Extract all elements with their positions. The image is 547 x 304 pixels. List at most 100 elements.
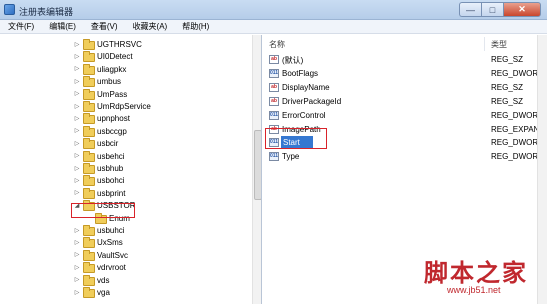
- tree-item[interactable]: ▷ vdrvroot: [0, 261, 250, 274]
- folder-icon: [83, 225, 95, 236]
- value-type: REG_SZ: [491, 96, 524, 106]
- expand-arrow-icon[interactable]: ▷: [74, 140, 80, 147]
- expand-arrow-icon[interactable]: ▷: [74, 289, 80, 296]
- tree-item-label: UGTHRSVC: [97, 40, 142, 49]
- tree-item-label: usbcir: [97, 139, 119, 149]
- tree-item-label: usbohci: [97, 176, 125, 186]
- tree-item[interactable]: ▷ VaultSvc: [0, 249, 250, 262]
- window-title: 注册表编辑器: [19, 7, 74, 17]
- title-bar: 注册表编辑器 — □ ✕: [0, 0, 547, 20]
- watermark-logo-text: 脚本之家: [424, 258, 528, 287]
- expand-arrow-icon[interactable]: ▷: [74, 115, 80, 122]
- registry-key-tree[interactable]: ▷ UGTHRSVC ▷ UI0Detect ▷ uliagpkx ▷ umbus ▷ UmPas…: [0, 35, 262, 304]
- binary-value-icon: 011: [269, 110, 279, 120]
- string-value-icon: ab: [269, 55, 279, 64]
- value-type: REG_SZ: [491, 82, 524, 92]
- value-name: (默认): [282, 56, 304, 65]
- list-vertical-scrollbar[interactable]: [537, 35, 547, 304]
- expand-arrow-icon[interactable]: ▷: [74, 91, 80, 97]
- value-name: DriverPackageId: [282, 96, 342, 106]
- tree-item[interactable]: ▷ usbuhci: [0, 224, 250, 237]
- value-type: REG_DWORD: [491, 68, 544, 78]
- registry-value-row[interactable]: 011 BootFlags REG_DWORD: [263, 67, 547, 80]
- registry-value-row[interactable]: ab DriverPackageId REG_SZ: [263, 95, 547, 108]
- folder-icon: [83, 39, 95, 50]
- expand-arrow-icon[interactable]: ▷: [74, 190, 80, 196]
- value-type: REG_DWORD: [491, 152, 544, 162]
- expand-arrow-icon[interactable]: ▷: [74, 128, 80, 134]
- folder-icon: [83, 237, 95, 249]
- expand-arrow-icon[interactable]: ▷: [74, 53, 80, 60]
- folder-icon: [83, 175, 95, 187]
- expand-arrow-icon[interactable]: ▷: [74, 41, 80, 48]
- tree-item[interactable]: ▷ uliagpkx: [0, 63, 250, 76]
- tree-item[interactable]: ▷ usbccgp: [0, 125, 250, 138]
- expand-arrow-icon[interactable]: ▷: [74, 165, 80, 172]
- registry-value-row[interactable]: ab (默认) REG_SZ: [263, 53, 547, 66]
- tree-item[interactable]: ▷ UxSms: [0, 236, 250, 249]
- folder-icon: [83, 187, 95, 199]
- tree-item-label: usbprint: [97, 188, 126, 198]
- minimize-button[interactable]: —: [459, 2, 481, 17]
- tree-item[interactable]: ▷ UI0Detect: [0, 50, 250, 63]
- tree-item[interactable]: ▷ UGTHRSVC: [0, 38, 250, 51]
- value-type: REG_DWORD: [491, 110, 544, 120]
- menu-favorites[interactable]: 收藏夹(A): [125, 21, 175, 32]
- value-type: REG_DWORD: [491, 138, 544, 148]
- tree-item[interactable]: ▷ UmRdpService: [0, 100, 250, 113]
- tree-item-label: vga: [97, 288, 110, 297]
- menu-file[interactable]: 文件(F): [0, 21, 41, 32]
- tree-item-label: usbuhci: [97, 226, 125, 235]
- tree-item[interactable]: ▷ usbohci: [0, 174, 250, 187]
- tree-item[interactable]: ▷ umbus: [0, 75, 250, 88]
- registry-value-row[interactable]: ab DisplayName REG_SZ: [263, 81, 547, 94]
- start-highlight-box: [265, 128, 327, 149]
- expand-arrow-icon[interactable]: ▷: [74, 239, 80, 246]
- folder-icon: [83, 274, 95, 286]
- registry-value-row[interactable]: 011 ErrorControl REG_DWORD: [263, 109, 547, 122]
- folder-icon: [83, 51, 95, 63]
- tree-item[interactable]: ▷ usbehci: [0, 150, 250, 163]
- tree-item-label: UxSms: [97, 238, 123, 248]
- expand-arrow-icon[interactable]: ▷: [74, 177, 80, 184]
- tree-item-label: umbus: [97, 77, 122, 87]
- value-name: BootFlags: [282, 68, 319, 78]
- close-button[interactable]: ✕: [503, 2, 541, 17]
- tree-item-label: vdrvroot: [97, 263, 126, 273]
- tree-item[interactable]: ▷ upnphost: [0, 112, 250, 125]
- expand-arrow-icon[interactable]: ▷: [74, 66, 80, 72]
- tree-item[interactable]: ▷ UmPass: [0, 88, 250, 101]
- tree-item[interactable]: ▷ usbhub: [0, 162, 250, 175]
- expand-arrow-icon[interactable]: ▷: [74, 153, 80, 159]
- expand-arrow-icon[interactable]: ▷: [74, 252, 80, 258]
- expand-arrow-icon[interactable]: ▷: [74, 264, 80, 271]
- expand-arrow-icon[interactable]: ▷: [74, 103, 80, 110]
- tree-item-label: usbehci: [97, 151, 125, 161]
- tree-item-label: usbhub: [97, 164, 124, 173]
- tree-item[interactable]: ▷ vds: [0, 274, 250, 287]
- menu-edit[interactable]: 编辑(E): [41, 21, 83, 32]
- tree-vertical-scrollbar[interactable]: [252, 35, 261, 304]
- tree-item[interactable]: ▷ vga: [0, 286, 250, 299]
- tree-scrollbar-thumb[interactable]: [254, 130, 261, 200]
- folder-icon: [83, 150, 95, 162]
- folder-icon: [83, 101, 95, 112]
- tree-item-label: vds: [97, 275, 110, 285]
- tree-item-label: usbccgp: [97, 126, 127, 136]
- tree-item[interactable]: ▷ usbcir: [0, 137, 250, 150]
- expand-arrow-icon[interactable]: ▷: [74, 277, 80, 283]
- expand-arrow-icon[interactable]: ▷: [74, 227, 80, 234]
- tree-item-label: upnphost: [97, 114, 130, 124]
- value-name: ErrorControl: [282, 110, 326, 120]
- registry-value-row[interactable]: 011 Type REG_DWORD: [263, 150, 547, 163]
- maximize-button[interactable]: □: [481, 2, 503, 17]
- menu-help[interactable]: 帮助(H): [174, 21, 216, 32]
- tree-item[interactable]: ▷ usbprint: [0, 187, 250, 200]
- binary-value-icon: 011: [269, 152, 279, 162]
- menu-view[interactable]: 查看(V): [83, 21, 125, 32]
- expand-arrow-icon[interactable]: ▷: [74, 78, 80, 85]
- tree-item-label: UmRdpService: [97, 102, 151, 111]
- column-header-name[interactable]: 名称: [263, 37, 485, 51]
- menu-bar: 文件(F) 编辑(E) 查看(V) 收藏夹(A) 帮助(H): [0, 20, 547, 34]
- value-type: REG_SZ: [491, 55, 524, 64]
